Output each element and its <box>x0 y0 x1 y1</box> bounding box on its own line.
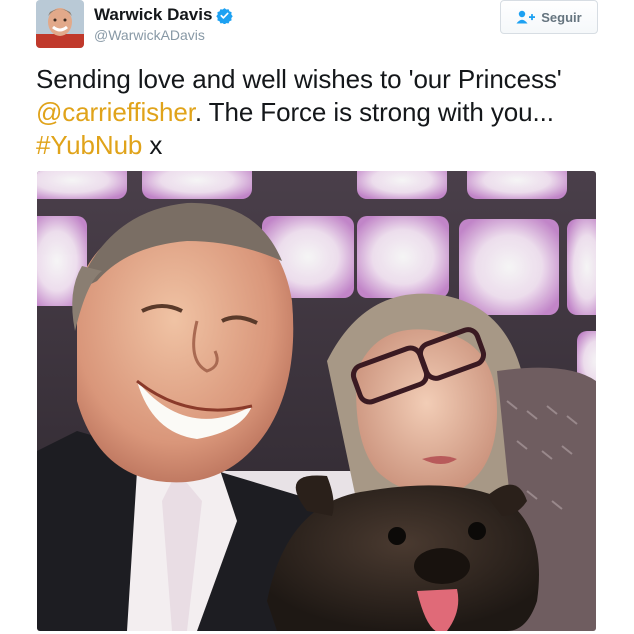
tweet-photo[interactable] <box>37 171 596 631</box>
verified-badge-icon <box>216 7 234 24</box>
author-display-name[interactable]: Warwick Davis <box>94 5 212 25</box>
tweet-text-part-1: Sending love and well wishes to 'our Pri… <box>36 64 562 94</box>
follow-button-label: Seguir <box>541 9 582 25</box>
author-name[interactable]: Warwick Davis <box>94 5 234 25</box>
author-block: Warwick Davis @WarwickADavis <box>94 5 234 44</box>
author-handle[interactable]: @WarwickADavis <box>94 26 233 44</box>
follow-button[interactable]: Seguir <box>500 0 598 34</box>
mention-link[interactable]: @carrieffisher <box>36 97 195 127</box>
avatar-photo <box>36 0 84 48</box>
avatar[interactable] <box>36 0 84 48</box>
tweet-text: Sending love and well wishes to 'our Pri… <box>36 63 616 162</box>
hashtag-link[interactable]: #YubNub <box>36 130 142 160</box>
selfie-photo <box>37 171 596 631</box>
tweet-text-part-2: . The Force is strong with you... <box>194 97 554 127</box>
add-user-icon <box>516 10 536 24</box>
tweet-text-part-3: x <box>142 130 163 160</box>
tweet-header: Warwick Davis @WarwickADavis Seguir <box>36 0 598 52</box>
